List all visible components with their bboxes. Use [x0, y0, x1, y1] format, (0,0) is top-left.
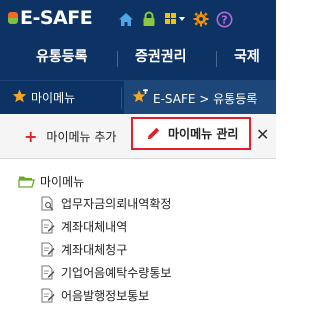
tree-item-label: 계좌대체내역	[61, 220, 128, 234]
tree-root-my-menu[interactable]: 마이메뉴	[18, 173, 84, 190]
logo-text: E-SAFE	[20, 7, 93, 29]
menu-item-distribution-registration[interactable]: 유통등록	[36, 46, 88, 66]
gear-icon[interactable]	[192, 10, 210, 28]
menu-divider	[216, 51, 217, 67]
tree-item[interactable]: 업무자금의뢰내역확정	[41, 195, 171, 212]
edit-doc-icon	[41, 242, 55, 257]
main-menu: 유통등록 증권권리 국제	[0, 40, 276, 76]
tree-root-label: 마이메뉴	[40, 175, 85, 189]
menu-divider	[117, 51, 118, 67]
tree-item[interactable]: 계좌대체내역	[41, 218, 127, 235]
bookmark-bar: 마이메뉴 E-SAFE > 유통등록	[0, 80, 276, 115]
lock-icon[interactable]	[140, 10, 158, 28]
menu-item-international[interactable]: 국제	[234, 46, 260, 66]
tree-item[interactable]: 계좌대체청구	[41, 241, 127, 258]
logo-mark	[8, 12, 18, 24]
add-bookmark-icon[interactable]	[132, 89, 149, 107]
close-icon[interactable]: ✕	[256, 125, 269, 145]
edit-doc-icon	[41, 265, 55, 280]
header-icons: ?	[117, 9, 233, 29]
esafe-logo[interactable]: E-SAFE	[8, 7, 93, 29]
search-doc-icon	[41, 196, 55, 211]
manage-my-menu-label: 마이메뉴 관리	[168, 127, 239, 141]
my-menu-toggle[interactable]: 마이메뉴	[12, 89, 75, 106]
help-icon[interactable]: ?	[215, 10, 233, 28]
manage-my-menu-button[interactable]: 마이메뉴 관리	[131, 117, 251, 150]
tree-item[interactable]: 기업어음예탁수량통보	[41, 264, 171, 281]
bookmark-divider	[121, 87, 122, 109]
add-my-menu-label: 마이메뉴 추가	[46, 130, 117, 144]
tree-item-label: 계좌대체청구	[61, 243, 128, 257]
grid-menu-icon[interactable]	[163, 10, 187, 28]
pencil-icon	[147, 127, 160, 140]
tree-item[interactable]: 어음발행정보통보	[41, 287, 149, 304]
tree-item-label: 업무자금의뢰내역확정	[61, 197, 172, 211]
tree-item-label: 어음발행정보통보	[61, 289, 150, 303]
my-menu-label: 마이메뉴	[31, 91, 76, 105]
header-bar: E-SAFE ? 유통등록 증권권리 국제	[0, 0, 276, 80]
star-icon	[12, 89, 27, 106]
plus-icon: +	[24, 126, 38, 146]
edit-doc-icon	[41, 288, 55, 303]
folder-open-icon	[18, 175, 35, 188]
edit-doc-icon	[41, 219, 55, 234]
breadcrumb-area: E-SAFE > 유통등록	[124, 81, 276, 115]
tree-item-label: 기업어음예탁수량통보	[61, 266, 172, 280]
add-my-menu-button[interactable]: + 마이메뉴 추가	[24, 128, 116, 145]
my-menu-toolbar: + 마이메뉴 추가 마이메뉴 관리 ✕	[0, 114, 276, 159]
home-icon[interactable]	[117, 10, 135, 28]
svg-text:?: ?	[221, 13, 227, 26]
breadcrumb: E-SAFE > 유통등록	[153, 91, 258, 106]
menu-item-securities-rights[interactable]: 증권권리	[135, 46, 187, 66]
